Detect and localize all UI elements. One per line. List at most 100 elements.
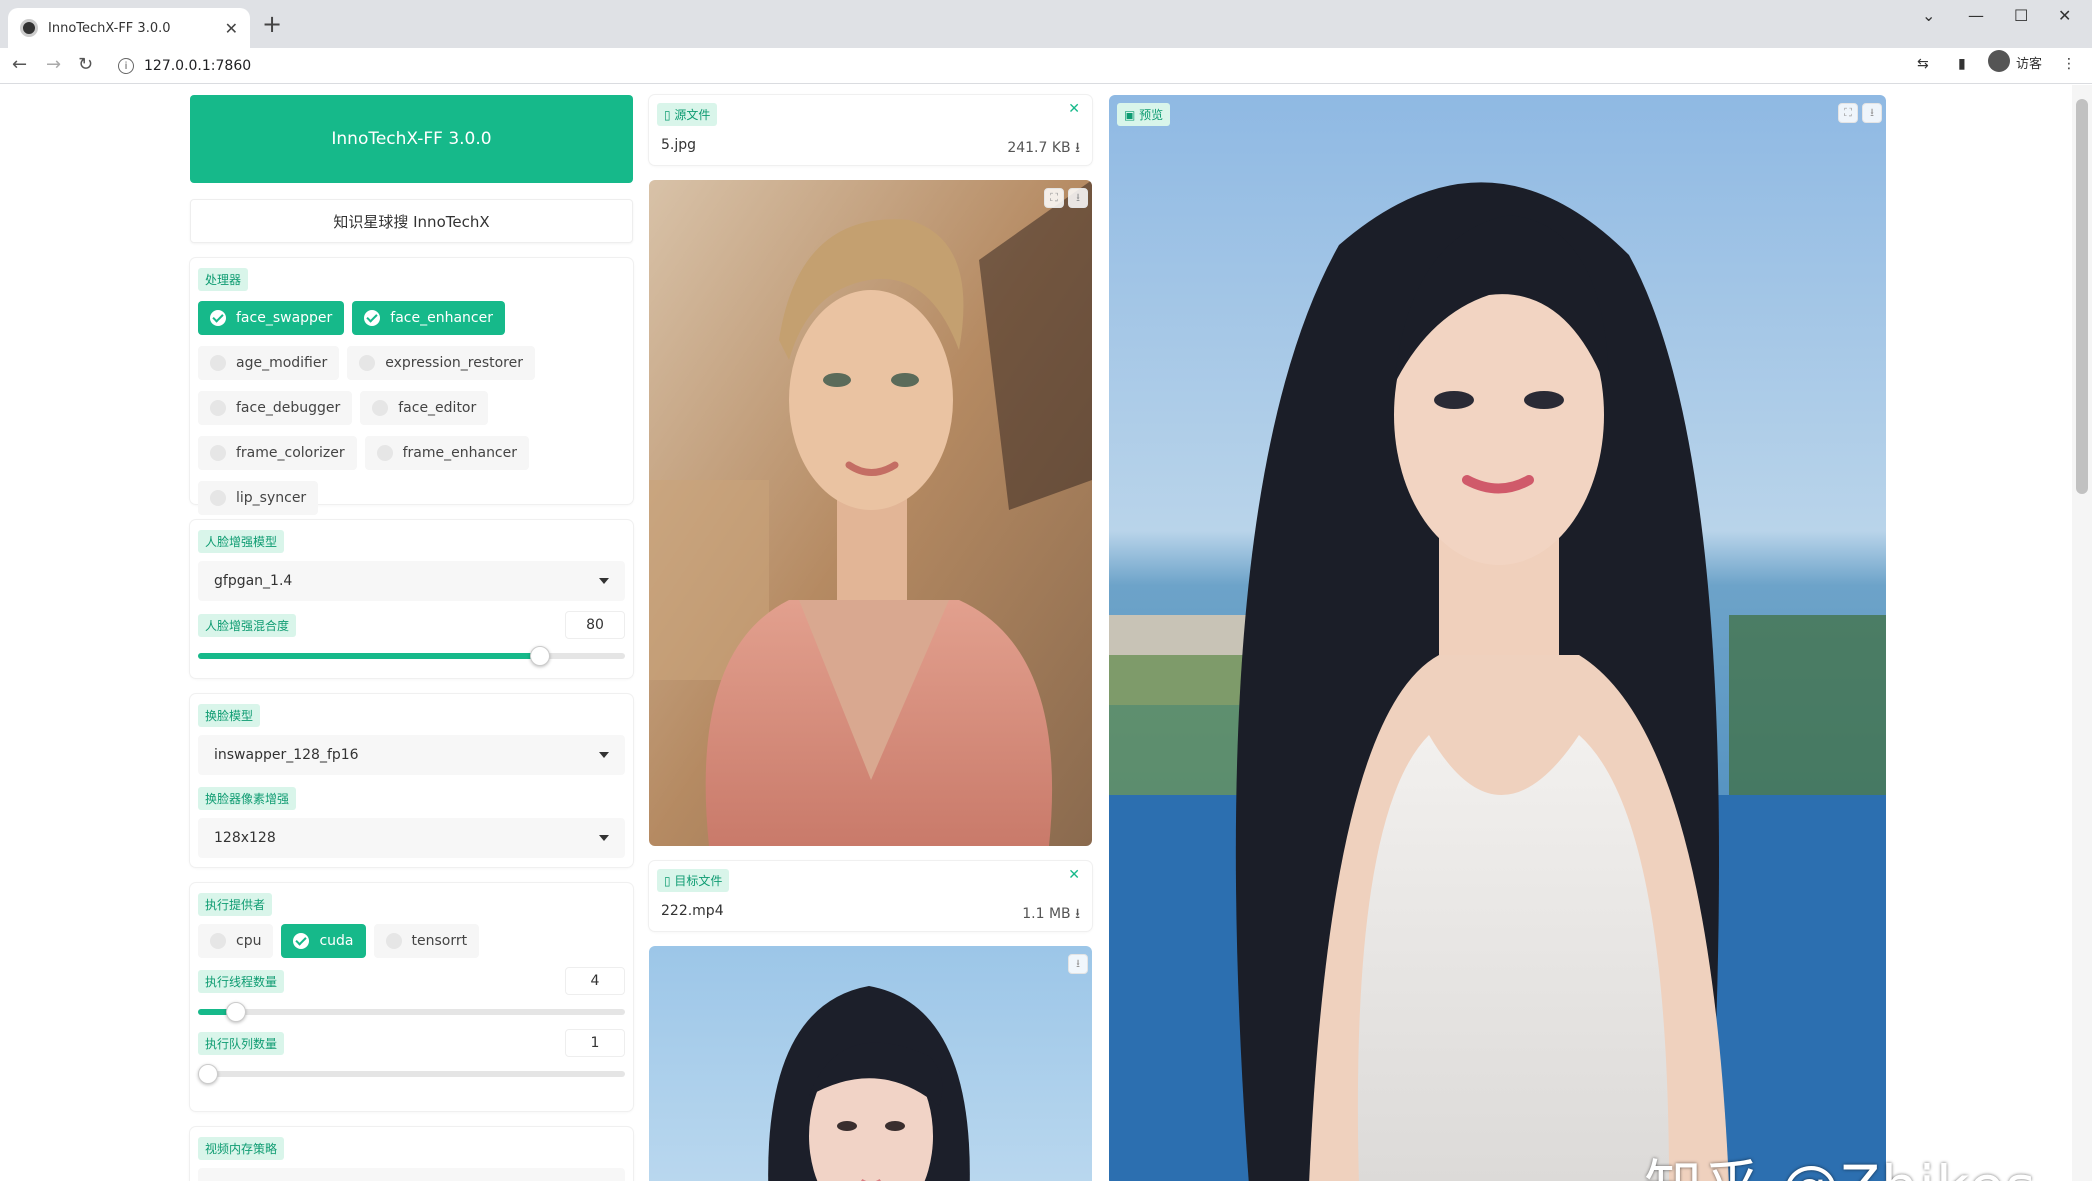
checkbox-icon[interactable] [364, 310, 381, 326]
processor-face-editor[interactable]: face_editor [360, 391, 489, 425]
processors-options: face_swapper face_enhancer age_modifier … [198, 297, 625, 522]
processor-face-swapper[interactable]: face_swapper [198, 301, 345, 335]
option-label: lip_syncer [236, 490, 307, 506]
checkbox-icon[interactable] [359, 355, 376, 371]
processor-face-debugger[interactable]: face_debugger [198, 391, 353, 425]
checkbox-icon[interactable] [210, 490, 226, 506]
browser-tab[interactable]: InnoTechX-FF 3.0.0 ✕ [8, 8, 250, 48]
processor-face-enhancer[interactable]: face_enhancer [352, 301, 505, 335]
url-text: 127.0.0.1:7860 [144, 58, 252, 74]
checkbox-icon[interactable] [210, 933, 226, 949]
download-icon[interactable]: ⭳ [1862, 103, 1882, 123]
site-info-icon[interactable]: i [118, 58, 134, 74]
settings-column: InnoTechX-FF 3.0.0 知识星球搜 InnoTechX 处理器 f… [190, 95, 633, 1181]
queue-number-input[interactable]: 1 [565, 1029, 625, 1057]
source-file-box[interactable]: ▯ 源文件 ✕ 5.jpg 241.7 KB ⭳ [649, 95, 1092, 165]
download-icon[interactable]: ⭳ [1068, 188, 1088, 208]
profile-avatar-icon[interactable] [1988, 50, 2010, 72]
option-label: cpu [236, 933, 262, 949]
page-scrollbar[interactable] [2072, 85, 2092, 1181]
browser-tabbar: InnoTechX-FF 3.0.0 ✕ + ⌄ — ☐ ✕ [0, 0, 2092, 48]
queue-slider[interactable] [198, 1064, 625, 1084]
checkbox-icon[interactable] [210, 400, 226, 416]
new-tab-icon[interactable]: + [262, 11, 282, 37]
option-label: face_editor [398, 400, 477, 416]
processor-age-modifier[interactable]: age_modifier [198, 346, 340, 380]
face-swapper-pixel-select[interactable]: 128x128 [198, 818, 625, 858]
face-enhancer-model-select[interactable]: gfpgan_1.4 [198, 561, 625, 601]
tab-close-icon[interactable]: ✕ [225, 19, 238, 38]
processor-frame-colorizer[interactable]: frame_colorizer [198, 436, 357, 470]
processor-frame-enhancer[interactable]: frame_enhancer [364, 436, 530, 470]
translate-icon[interactable]: ⇆ [1917, 56, 1929, 72]
checkbox-icon[interactable] [376, 445, 393, 461]
label-text: 源文件 [674, 108, 711, 122]
provider-tensorrt[interactable]: tensorrt [373, 924, 480, 958]
face-swapper-model-select[interactable]: inswapper_128_fp16 [198, 735, 625, 775]
source-image: ⛶ ⭳ [649, 180, 1092, 846]
maximize-icon[interactable]: ☐ [2014, 6, 2028, 25]
scrollbar-thumb[interactable] [2076, 99, 2088, 494]
source-file-size: 241.7 KB ⭳ [1007, 140, 1080, 156]
provider-cuda[interactable]: cuda [281, 924, 366, 958]
slider-handle[interactable] [198, 1064, 218, 1084]
forward-icon[interactable]: → [46, 54, 61, 75]
clear-source-icon[interactable]: ✕ [1068, 101, 1080, 117]
download-icon[interactable]: ⭳ [1068, 954, 1088, 974]
preview-image [1109, 95, 1886, 1181]
processor-lip-syncer[interactable]: lip_syncer [198, 481, 319, 515]
threads-number-input[interactable]: 4 [565, 967, 625, 995]
option-label: age_modifier [236, 355, 328, 371]
option-label: face_debugger [236, 400, 341, 416]
blend-number-input[interactable]: 80 [565, 611, 625, 639]
memory-strategy-select[interactable]: strict [198, 1168, 625, 1181]
checkbox-icon[interactable] [293, 933, 310, 949]
checkbox-icon[interactable] [210, 355, 226, 371]
clear-target-icon[interactable]: ✕ [1068, 867, 1080, 883]
menu-icon[interactable]: ⋮ [2062, 56, 2076, 72]
queue-slider-header: 执行队列数量 1 [198, 1029, 625, 1057]
checkbox-icon[interactable] [210, 310, 226, 326]
app-title-button[interactable]: InnoTechX-FF 3.0.0 [190, 95, 633, 183]
option-label: cuda [319, 933, 354, 949]
fullscreen-icon[interactable]: ⛶ [1044, 188, 1064, 208]
option-label: face_enhancer [390, 310, 493, 326]
checkbox-icon[interactable] [385, 933, 402, 949]
chevron-down-icon [599, 578, 609, 584]
target-file-size: 1.1 MB ⭳ [1022, 906, 1080, 922]
slider-handle[interactable] [226, 1002, 247, 1022]
chevron-down-icon [599, 752, 609, 758]
address-bar[interactable]: i 127.0.0.1:7860 [118, 52, 1908, 80]
minimize-icon[interactable]: — [1968, 6, 1984, 25]
app-page: InnoTechX-FF 3.0.0 知识星球搜 InnoTechX 处理器 f… [0, 85, 2092, 1181]
checkbox-icon[interactable] [372, 400, 389, 416]
blend-slider[interactable] [198, 646, 625, 666]
threads-slider[interactable] [198, 1002, 625, 1022]
size-text: 241.7 KB [1007, 140, 1071, 156]
provider-cpu[interactable]: cpu [198, 924, 274, 958]
reload-icon[interactable]: ↻ [78, 54, 93, 75]
knowledge-planet-button[interactable]: 知识星球搜 InnoTechX [190, 199, 633, 243]
source-file-name[interactable]: 5.jpg [661, 137, 696, 153]
processors-label: 处理器 [198, 268, 249, 291]
option-label: frame_colorizer [236, 445, 345, 461]
fullscreen-icon[interactable]: ⛶ [1838, 103, 1858, 123]
source-file-label: ▯ 源文件 [657, 103, 718, 126]
sidebar-icon[interactable]: ▮ [1958, 56, 1966, 72]
checkbox-icon[interactable] [210, 445, 226, 461]
size-text: 1.1 MB [1022, 906, 1071, 922]
memory-card: 视频内存策略 strict [190, 1127, 633, 1181]
target-video[interactable]: ⭳ [649, 946, 1092, 1181]
slider-fill [198, 653, 540, 659]
target-file-box[interactable]: ▯ 目标文件 ✕ 222.mp4 1.1 MB ⭳ [649, 861, 1092, 931]
window-close-icon[interactable]: ✕ [2058, 6, 2071, 25]
profile-guest-label[interactable]: 访客 [2016, 53, 2042, 72]
face-swapper-pixel-label: 换脸器像素增强 [198, 787, 297, 810]
tab-search-icon[interactable]: ⌄ [1922, 6, 1935, 25]
target-file-name[interactable]: 222.mp4 [661, 903, 724, 919]
back-icon[interactable]: ← [12, 54, 27, 75]
option-label: tensorrt [411, 933, 468, 949]
slider-handle[interactable] [529, 646, 550, 666]
pixel-boost-block: 换脸器像素增强 [198, 787, 625, 810]
processor-expression-restorer[interactable]: expression_restorer [347, 346, 535, 380]
